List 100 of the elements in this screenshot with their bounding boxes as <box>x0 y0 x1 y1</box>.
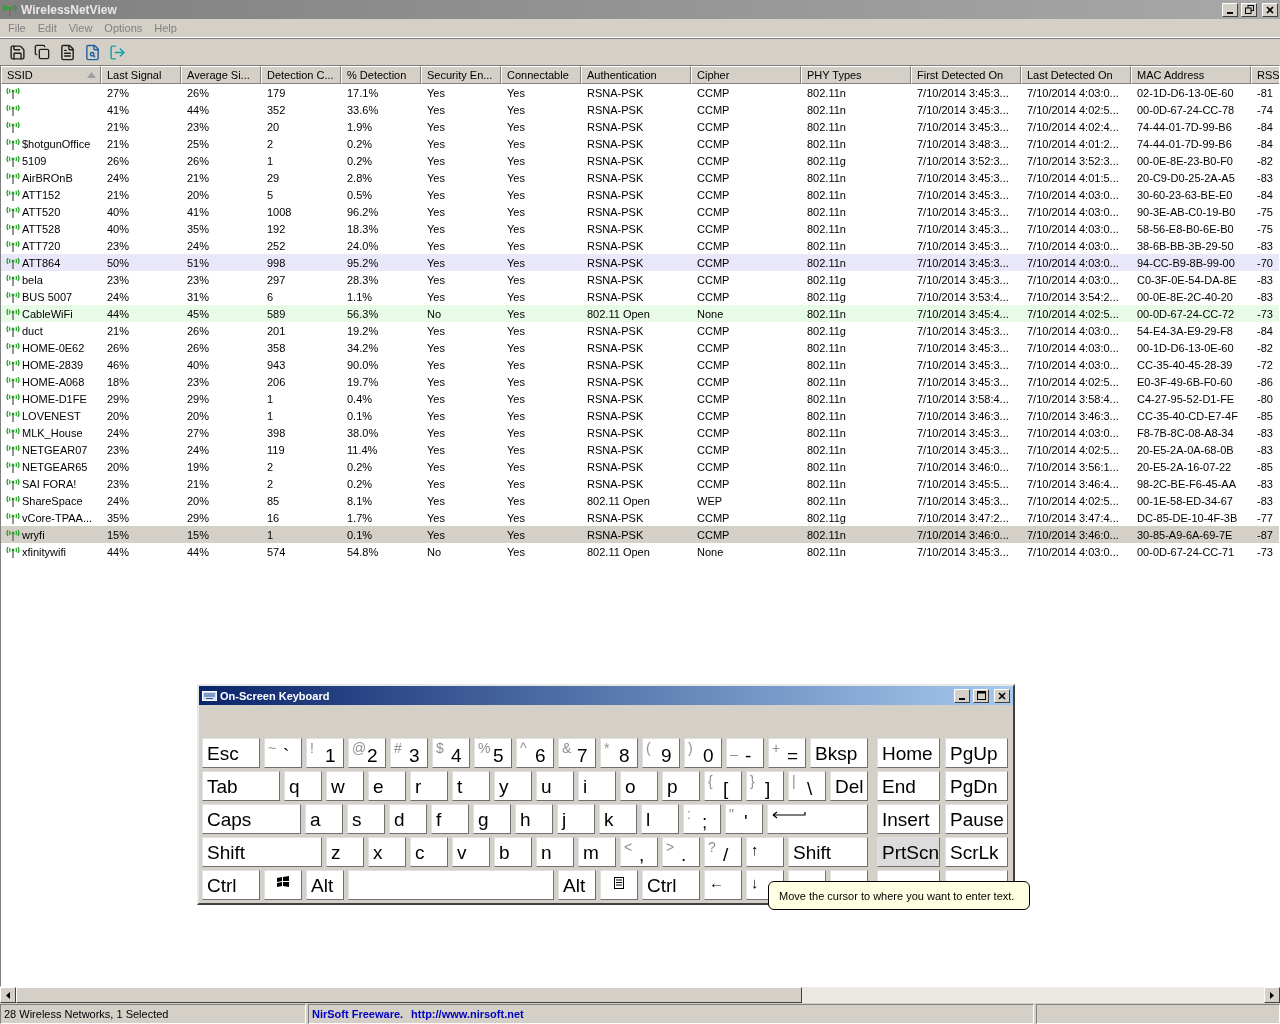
table-cell-text: 00-0D-67-24-CC-78 <box>1136 103 1236 116</box>
table-cell-text: 802.11n <box>806 307 847 320</box>
table-cell-text: 90-3E-AB-C0-19-B0 <box>1136 205 1237 218</box>
table-cell-text: Yes <box>506 477 526 490</box>
table-cell-text: RSNA-PSK <box>586 511 645 524</box>
table-cell-text: RSNA-PSK <box>586 477 645 490</box>
table-cell-text: 20-E5-2A-0A-68-0B <box>1136 443 1235 456</box>
table-cell-text: Yes <box>506 188 526 201</box>
table-cell-text: 2.8% <box>346 171 374 184</box>
table-cell-text: 7/10/2014 3:46:0... <box>1026 528 1120 541</box>
table-cell-text: 21% <box>106 120 131 133</box>
table-cell-text: 34.2% <box>346 341 380 354</box>
table-cell-text: 7/10/2014 3:52:3... <box>916 154 1010 167</box>
table-cell-text: Yes <box>506 154 526 167</box>
table-cell-text: 802.11n <box>806 341 847 354</box>
table-cell-text: 7/10/2014 3:47:4... <box>1026 511 1120 524</box>
table-cell-text: CCMP <box>696 171 731 184</box>
table-cell-text: RSNA-PSK <box>586 86 645 99</box>
table-cell-text: 16 <box>266 511 281 524</box>
table-cell-text: 23% <box>106 443 131 456</box>
table-cell-text: Yes <box>506 375 526 388</box>
table-cell-text: 7/10/2014 3:58:4... <box>1026 392 1120 405</box>
table-cell-text: 23% <box>186 120 211 133</box>
table-cell-text: CCMP <box>696 324 731 337</box>
table-cell-text: Yes <box>506 103 526 116</box>
table-cell-text: 7/10/2014 4:03:0... <box>1026 222 1120 235</box>
table-cell: HOME-D1FE <box>22 392 87 405</box>
table-cell-text: 2 <box>266 137 275 150</box>
table-cell-text: 51% <box>186 256 211 269</box>
table-cell-text: 179 <box>266 86 287 99</box>
table-cell-text: 21% <box>106 188 131 201</box>
table-cell-text: 23% <box>186 375 211 388</box>
table-cell-text: Yes <box>426 358 446 371</box>
table-cell-text: -75 <box>1256 222 1274 235</box>
table-cell-text: -74 <box>1256 103 1274 116</box>
table-cell-text: Yes <box>426 290 446 303</box>
table-cell-text: 802.11n <box>806 477 847 490</box>
table-cell-text: Yes <box>506 86 526 99</box>
table-cell-text: CCMP <box>696 120 731 133</box>
table-cell-text: CCMP <box>696 137 731 150</box>
table-cell-text: 802.11n <box>806 375 847 388</box>
table-cell-text: 1.9% <box>346 120 374 133</box>
table-cell-text: 33.6% <box>346 103 380 116</box>
table-cell-text: 7/10/2014 3:46:3... <box>1026 409 1120 422</box>
table-cell-text: -87 <box>1256 528 1274 541</box>
table-cell-text: 7/10/2014 4:02:5... <box>1026 375 1120 388</box>
table-cell-text: 17.1% <box>346 86 380 99</box>
table-cell: CableWiFi <box>22 307 73 320</box>
table-cell-text: 398 <box>266 426 287 439</box>
table-cell-text: 206 <box>266 375 287 388</box>
table-cell-text: Yes <box>426 443 446 456</box>
table-cell-text: 20 <box>266 120 281 133</box>
table-cell-text: 7/10/2014 3:45:3... <box>916 205 1010 218</box>
table-cell-text: 802.11g <box>806 511 847 524</box>
table-cell-text: 24% <box>106 290 131 303</box>
table-cell: ATT520 <box>22 205 61 218</box>
table-cell: AirBROnB <box>22 171 73 184</box>
table-cell-text: CC-35-40-45-28-39 <box>1136 358 1234 371</box>
table-cell-text: 7/10/2014 3:46:3... <box>916 409 1010 422</box>
table-cell: ATT864 <box>22 256 61 269</box>
table-cell: bela <box>22 273 43 286</box>
table-cell-text: 00-0D-67-24-CC-72 <box>1136 307 1236 320</box>
table-cell-text: Yes <box>506 205 526 218</box>
table-cell-text: 38.0% <box>346 426 380 439</box>
table-cell-text: 50% <box>106 256 131 269</box>
table-cell-text: 802.11n <box>806 409 847 422</box>
table-cell-text: Yes <box>506 426 526 439</box>
table-cell-text: 00-1D-D6-13-0E-60 <box>1136 341 1235 354</box>
table-cell-text: 352 <box>266 103 287 116</box>
table-cell: HOME-0E62 <box>22 341 85 354</box>
table-cell-text: 943 <box>266 358 287 371</box>
table-cell-text: -72 <box>1256 358 1274 371</box>
table-cell-text: Yes <box>426 375 446 388</box>
table-cell-text: Yes <box>426 477 446 490</box>
table-cell-text: 7/10/2014 3:45:4... <box>916 307 1010 320</box>
table-cell-text: 7/10/2014 4:01:2... <box>1026 137 1120 150</box>
table-cell-text: 1 <box>266 409 275 422</box>
table-cell-text: Yes <box>506 324 526 337</box>
table-cell-text: 21% <box>106 324 131 337</box>
window-title: WirelessNetView <box>21 2 118 17</box>
table-cell-text: Yes <box>506 137 526 150</box>
table-cell-text: 802.11n <box>806 460 847 473</box>
table-cell-text: 0.2% <box>346 137 374 150</box>
table-cell-text: -81 <box>1256 86 1274 99</box>
table-cell-text: C4-27-95-52-D1-FE <box>1136 392 1236 405</box>
table-cell-text: 26% <box>186 86 211 99</box>
table-cell-text: Yes <box>506 460 526 473</box>
table-cell-text: 7/10/2014 3:46:0... <box>916 528 1010 541</box>
table-cell-text: RSNA-PSK <box>586 222 645 235</box>
table-cell-text: 7/10/2014 3:45:3... <box>916 494 1010 507</box>
table-cell-text: 1.7% <box>346 511 374 524</box>
table-cell-text: 19.7% <box>346 375 380 388</box>
table-cell-text: RSNA-PSK <box>586 120 645 133</box>
table-cell-text: RSNA-PSK <box>586 154 645 167</box>
table-cell-text: RSNA-PSK <box>586 426 645 439</box>
table-cell-text: 00-1E-58-ED-34-67 <box>1136 494 1234 507</box>
table-cell-text: 24% <box>106 426 131 439</box>
table-cell-text: 2 <box>266 460 275 473</box>
table-cell-text: 7/10/2014 4:01:5... <box>1026 171 1120 184</box>
table-cell-text: 802.11n <box>806 239 847 252</box>
